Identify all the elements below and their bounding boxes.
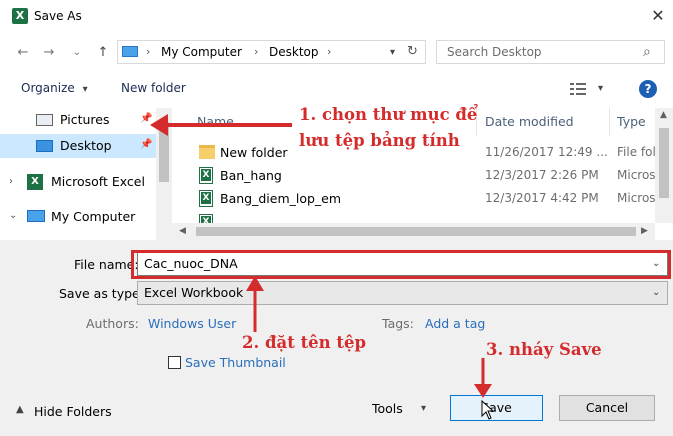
- arrow-to-filename-head: [246, 276, 264, 291]
- arrow-to-desktop-head: [150, 114, 168, 136]
- mouse-cursor-icon: [481, 400, 495, 420]
- annotation-step1-line1: 1. chọn thư mục để: [299, 105, 478, 124]
- annotation-step1-line2: lưu tệp bảng tính: [299, 131, 460, 150]
- annotation-arrows: [150, 114, 492, 398]
- annotation-step2: 2. đặt tên tệp: [242, 333, 367, 352]
- annotation-step3: 3. nháy Save: [486, 340, 602, 359]
- arrow-to-save-head: [474, 384, 492, 398]
